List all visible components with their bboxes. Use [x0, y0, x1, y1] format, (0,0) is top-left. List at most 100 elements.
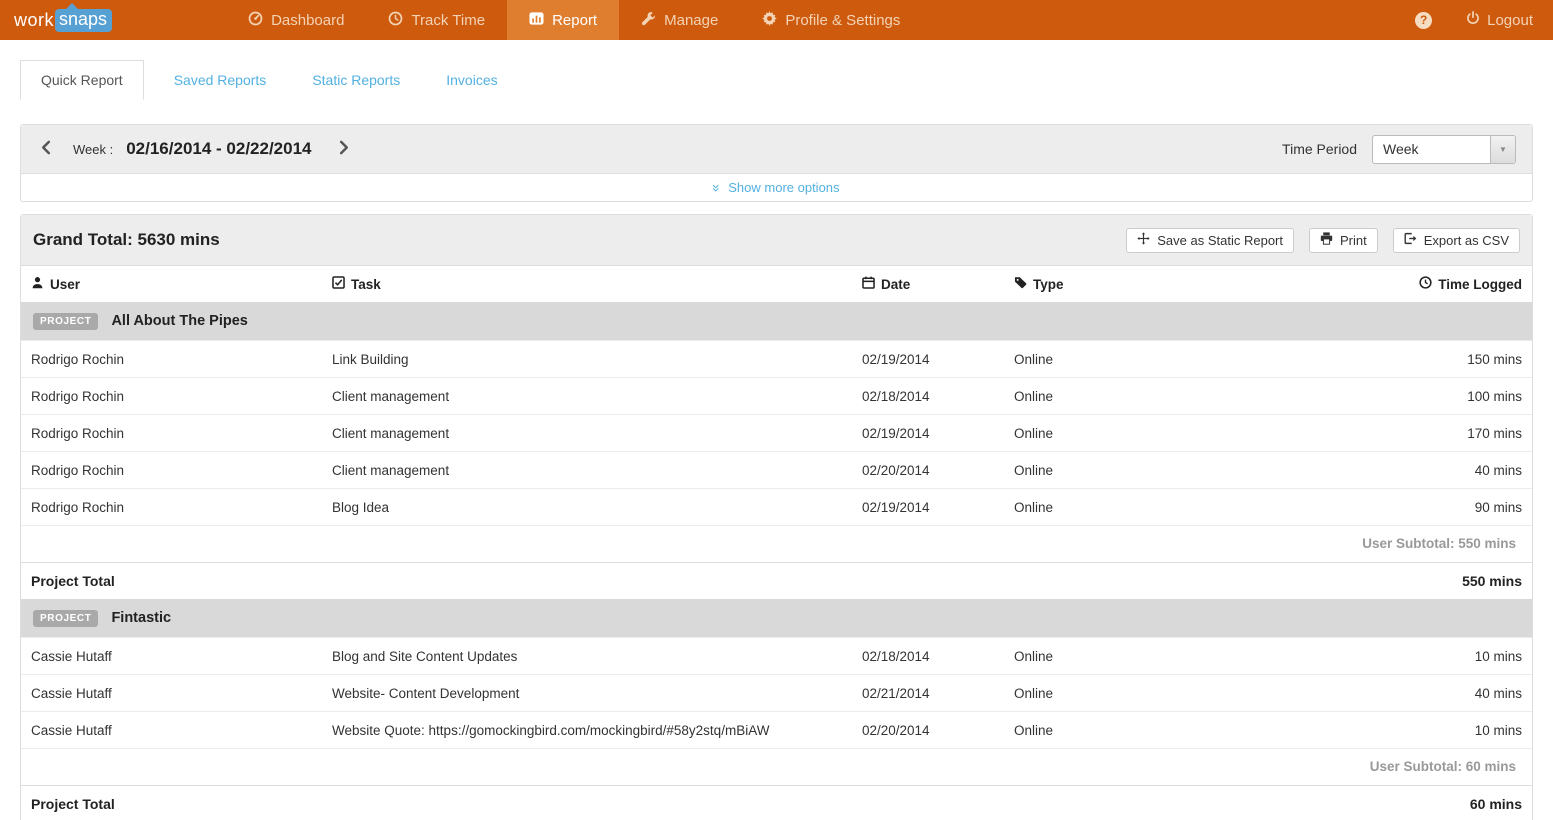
- button-label: Save as Static Report: [1157, 233, 1283, 248]
- nav-item-track-time[interactable]: Track Time: [366, 0, 507, 40]
- logo-text-work: work: [14, 10, 54, 31]
- cell-type: Online: [1014, 426, 1322, 441]
- project-total-label: Project Total: [31, 796, 115, 812]
- print-button[interactable]: Print: [1309, 228, 1378, 253]
- project-header: PROJECT Fintastic: [21, 599, 1532, 637]
- cell-date: 02/18/2014: [862, 389, 1014, 404]
- report-panel: Grand Total: 5630 mins Save as Static Re…: [20, 214, 1533, 820]
- cell-user: Rodrigo Rochin: [31, 500, 332, 515]
- report-header: Grand Total: 5630 mins Save as Static Re…: [21, 215, 1532, 266]
- time-period-label: Time Period: [1282, 141, 1357, 157]
- project-header: PROJECT All About The Pipes: [21, 302, 1532, 340]
- chevron-right-icon: [336, 140, 351, 158]
- column-label: Date: [881, 277, 910, 292]
- select-dropdown-button[interactable]: ▼: [1490, 136, 1515, 163]
- save-static-icon: [1137, 232, 1150, 248]
- cell-date: 02/21/2014: [862, 686, 1014, 701]
- tab-saved-reports[interactable]: Saved Reports: [158, 60, 283, 100]
- nav-item-manage[interactable]: Manage: [619, 0, 740, 40]
- button-label: Print: [1340, 233, 1367, 248]
- help-icon[interactable]: ?: [1415, 12, 1432, 29]
- report-chart-icon: [529, 11, 544, 30]
- power-icon: [1466, 11, 1480, 29]
- tag-icon: [1014, 276, 1027, 292]
- project-total-label: Project Total: [31, 573, 115, 589]
- user-subtotal-row: User Subtotal: 550 mins: [21, 525, 1532, 562]
- nav-item-report[interactable]: Report: [507, 0, 619, 40]
- week-date-range: 02/16/2014 - 02/22/2014: [126, 139, 311, 159]
- cell-user: Cassie Hutaff: [31, 649, 332, 664]
- table-row: Cassie Hutaff Website- Content Developme…: [21, 674, 1532, 711]
- show-more-options-link[interactable]: » Show more options: [713, 180, 839, 195]
- cell-time: 170 mins: [1322, 426, 1522, 441]
- printer-icon: [1320, 232, 1333, 248]
- cell-date: 02/19/2014: [862, 352, 1014, 367]
- table-row: Cassie Hutaff Website Quote: https://gom…: [21, 711, 1532, 748]
- user-subtotal-row: User Subtotal: 60 mins: [21, 748, 1532, 785]
- button-label: Export as CSV: [1424, 233, 1509, 248]
- nav-item-label: Profile & Settings: [785, 12, 900, 29]
- calendar-icon: [862, 276, 875, 292]
- cell-date: 02/20/2014: [862, 463, 1014, 478]
- wrench-icon: [641, 11, 656, 30]
- worksnaps-logo[interactable]: work snaps: [0, 0, 126, 40]
- logout-label: Logout: [1487, 12, 1533, 29]
- cell-type: Online: [1014, 389, 1322, 404]
- nav-item-dashboard[interactable]: Dashboard: [226, 0, 366, 40]
- cell-type: Online: [1014, 686, 1322, 701]
- cell-task: Website- Content Development: [332, 686, 862, 701]
- cell-date: 02/19/2014: [862, 426, 1014, 441]
- table-header-row: User Task Date Type Time Logged: [21, 266, 1532, 302]
- cell-user: Rodrigo Rochin: [31, 352, 332, 367]
- project-total-row: Project Total 60 mins: [21, 785, 1532, 820]
- export-icon: [1404, 232, 1417, 248]
- cell-type: Online: [1014, 649, 1322, 664]
- time-period-value: Week: [1383, 141, 1419, 157]
- tab-invoices[interactable]: Invoices: [430, 60, 513, 100]
- cell-type: Online: [1014, 500, 1322, 515]
- time-period-select[interactable]: Week ▼: [1372, 135, 1516, 164]
- save-as-static-report-button[interactable]: Save as Static Report: [1126, 228, 1294, 253]
- cell-type: Online: [1014, 352, 1322, 367]
- logout-button[interactable]: Logout: [1466, 11, 1533, 29]
- report-tabs: Quick Report Saved Reports Static Report…: [20, 60, 1553, 100]
- column-header-type: Type: [1014, 276, 1322, 292]
- dashboard-icon: [248, 11, 263, 30]
- previous-week-button[interactable]: [37, 138, 56, 160]
- cell-date: 02/20/2014: [862, 723, 1014, 738]
- tab-quick-report[interactable]: Quick Report: [20, 60, 144, 100]
- cell-task: Client management: [332, 389, 862, 404]
- table-row: Rodrigo Rochin Link Building 02/19/2014 …: [21, 340, 1532, 377]
- cell-user: Rodrigo Rochin: [31, 389, 332, 404]
- more-options-bar: » Show more options: [21, 174, 1532, 201]
- cell-time: 10 mins: [1322, 649, 1522, 664]
- column-label: User: [50, 277, 80, 292]
- project-badge: PROJECT: [33, 610, 98, 627]
- project-name: Fintastic: [111, 610, 171, 626]
- cell-task: Blog Idea: [332, 500, 862, 515]
- column-label: Task: [351, 277, 381, 292]
- nav-item-label: Dashboard: [271, 12, 344, 29]
- cell-task: Website Quote: https://gomockingbird.com…: [332, 723, 862, 738]
- project-badge: PROJECT: [33, 313, 98, 330]
- table-row: Rodrigo Rochin Client management 02/18/2…: [21, 377, 1532, 414]
- navbar-right: ? Logout: [1415, 0, 1553, 40]
- cell-time: 40 mins: [1322, 686, 1522, 701]
- gear-icon: [762, 11, 777, 30]
- week-label: Week :: [73, 142, 113, 157]
- column-header-time-logged: Time Logged: [1322, 276, 1522, 292]
- project-name: All About The Pipes: [111, 313, 247, 329]
- export-as-csv-button[interactable]: Export as CSV: [1393, 228, 1520, 253]
- main-navigation: Dashboard Track Time Report Manage Profi…: [226, 0, 922, 40]
- cell-time: 100 mins: [1322, 389, 1522, 404]
- chevron-down-icon: ▼: [1499, 145, 1507, 154]
- cell-task: Link Building: [332, 352, 862, 367]
- user-icon: [31, 276, 44, 292]
- tab-static-reports[interactable]: Static Reports: [296, 60, 416, 100]
- cell-task: Blog and Site Content Updates: [332, 649, 862, 664]
- clock-icon: [388, 11, 403, 30]
- next-week-button[interactable]: [334, 138, 353, 160]
- nav-item-label: Report: [552, 12, 597, 29]
- table-row: Cassie Hutaff Blog and Site Content Upda…: [21, 637, 1532, 674]
- nav-item-profile-settings[interactable]: Profile & Settings: [740, 0, 922, 40]
